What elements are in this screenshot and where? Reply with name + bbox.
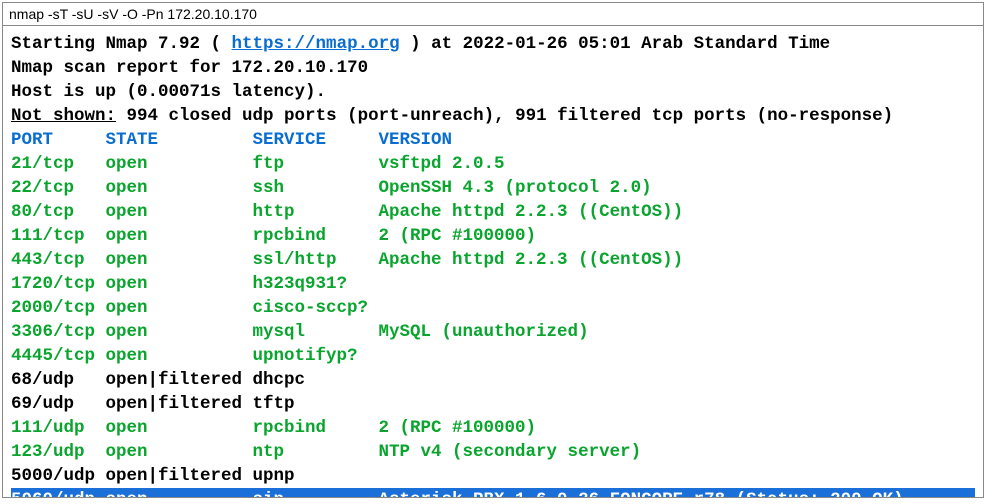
cell-state: open — [106, 320, 253, 344]
cell-port: 4445/tcp — [11, 344, 106, 368]
text-fragment: Nmap scan report for — [11, 58, 232, 78]
table-body: 21/tcpopenftpvsftpd 2.0.522/tcpopensshOp… — [11, 152, 975, 498]
cell-state: open — [106, 296, 253, 320]
cell-port: 123/udp — [11, 440, 106, 464]
cell-service: ntp — [253, 440, 379, 464]
not-shown-line: Not shown: 994 closed udp ports (port-un… — [11, 104, 975, 128]
cell-state: open|filtered — [106, 464, 253, 488]
table-row: 111/udpopenrpcbind2 (RPC #100000) — [11, 416, 975, 440]
cell-version: OpenSSH 4.3 (protocol 2.0) — [379, 178, 652, 198]
cell-port: 111/udp — [11, 416, 106, 440]
table-row: 111/tcpopenrpcbind2 (RPC #100000) — [11, 224, 975, 248]
text-fragment: ) at — [400, 34, 463, 54]
cell-service: cisco-sccp? — [253, 296, 379, 320]
table-row: 21/tcpopenftpvsftpd 2.0.5 — [11, 152, 975, 176]
cell-port: 111/tcp — [11, 224, 106, 248]
table-row: 69/udpopen|filteredtftp — [11, 392, 975, 416]
nmap-start-line: Starting Nmap 7.92 ( https://nmap.org ) … — [11, 32, 975, 56]
cell-port: 2000/tcp — [11, 296, 106, 320]
table-header: PORTSTATESERVICEVERSION — [11, 128, 975, 152]
cell-service: upnp — [253, 464, 379, 488]
cell-version: NTP v4 (secondary server) — [379, 442, 642, 462]
cell-service: http — [253, 200, 379, 224]
table-row: 443/tcpopenssl/httpApache httpd 2.2.3 ((… — [11, 248, 975, 272]
header-service: SERVICE — [253, 128, 379, 152]
cell-port: 80/tcp — [11, 200, 106, 224]
cell-state: open — [106, 272, 253, 296]
target-ip: 172.20.10.170 — [232, 58, 369, 78]
cell-state: open|filtered — [106, 368, 253, 392]
terminal-output: Starting Nmap 7.92 ( https://nmap.org ) … — [3, 26, 983, 498]
cell-service: ftp — [253, 152, 379, 176]
cell-version: Apache httpd 2.2.3 ((CentOS)) — [379, 250, 684, 270]
cell-state: open — [106, 224, 253, 248]
cell-port: 3306/tcp — [11, 320, 106, 344]
cell-service: rpcbind — [253, 224, 379, 248]
table-row: 3306/tcpopenmysqlMySQL (unauthorized) — [11, 320, 975, 344]
cell-version: Asterisk PBX 1.6.0.26-FONCORE-r78 (Statu… — [379, 490, 904, 498]
cell-port: 5000/udp — [11, 464, 106, 488]
cell-port: 21/tcp — [11, 152, 106, 176]
table-row: 68/udpopen|filtereddhcpc — [11, 368, 975, 392]
latency-line: Host is up (0.00071s latency). — [11, 80, 975, 104]
cell-state: open — [106, 488, 253, 498]
nmap-report-line: Nmap scan report for 172.20.10.170 — [11, 56, 975, 80]
nmap-url-link[interactable]: https://nmap.org — [232, 34, 400, 54]
terminal-window: nmap -sT -sU -sV -O -Pn 172.20.10.170 St… — [2, 2, 984, 498]
table-row: 5000/udpopen|filteredupnp — [11, 464, 975, 488]
table-row: 4445/tcpopenupnotifyp? — [11, 344, 975, 368]
cell-version: Apache httpd 2.2.3 ((CentOS)) — [379, 202, 684, 222]
cell-service: upnotifyp? — [253, 344, 379, 368]
cell-state: open — [106, 344, 253, 368]
table-row: 5060/udpopensipAsterisk PBX 1.6.0.26-FON… — [11, 488, 975, 498]
cell-port: 1720/tcp — [11, 272, 106, 296]
cell-port: 443/tcp — [11, 248, 106, 272]
table-row: 123/udpopenntpNTP v4 (secondary server) — [11, 440, 975, 464]
cell-service: ssl/http — [253, 248, 379, 272]
cell-port: 68/udp — [11, 368, 106, 392]
table-row: 22/tcpopensshOpenSSH 4.3 (protocol 2.0) — [11, 176, 975, 200]
text-fragment: Standard Time — [683, 34, 830, 54]
table-row: 2000/tcpopencisco-sccp? — [11, 296, 975, 320]
cell-state: open — [106, 200, 253, 224]
header-version: VERSION — [379, 130, 453, 150]
table-row: 1720/tcpopenh323q931? — [11, 272, 975, 296]
cell-state: open — [106, 248, 253, 272]
text-fragment: Starting Nmap 7.92 ( — [11, 34, 232, 54]
header-port: PORT — [11, 128, 106, 152]
cell-service: dhcpc — [253, 368, 379, 392]
cell-version: MySQL (unauthorized) — [379, 322, 589, 342]
cell-service: tftp — [253, 392, 379, 416]
cell-state: open|filtered — [106, 392, 253, 416]
cell-service: sip — [253, 488, 379, 498]
header-state: STATE — [106, 128, 253, 152]
cell-state: open — [106, 152, 253, 176]
cell-version: 2 (RPC #100000) — [379, 226, 537, 246]
cell-port: 5060/udp — [11, 488, 106, 498]
cell-state: open — [106, 440, 253, 464]
cell-service: h323q931? — [253, 272, 379, 296]
table-row: 80/tcpopenhttpApache httpd 2.2.3 ((CentO… — [11, 200, 975, 224]
cell-version: 2 (RPC #100000) — [379, 418, 537, 438]
cell-state: open — [106, 176, 253, 200]
cell-state: open — [106, 416, 253, 440]
not-shown-rest: 994 closed udp ports (port-unreach), 991… — [116, 106, 893, 126]
cell-port: 22/tcp — [11, 176, 106, 200]
cell-version: vsftpd 2.0.5 — [379, 154, 505, 174]
not-shown-label: Not shown: — [11, 106, 116, 126]
cell-service: ssh — [253, 176, 379, 200]
cell-service: mysql — [253, 320, 379, 344]
window-title: nmap -sT -sU -sV -O -Pn 172.20.10.170 — [3, 3, 983, 26]
cell-port: 69/udp — [11, 392, 106, 416]
cell-service: rpcbind — [253, 416, 379, 440]
timestamp: 2022-01-26 05:01 Arab — [463, 34, 684, 54]
